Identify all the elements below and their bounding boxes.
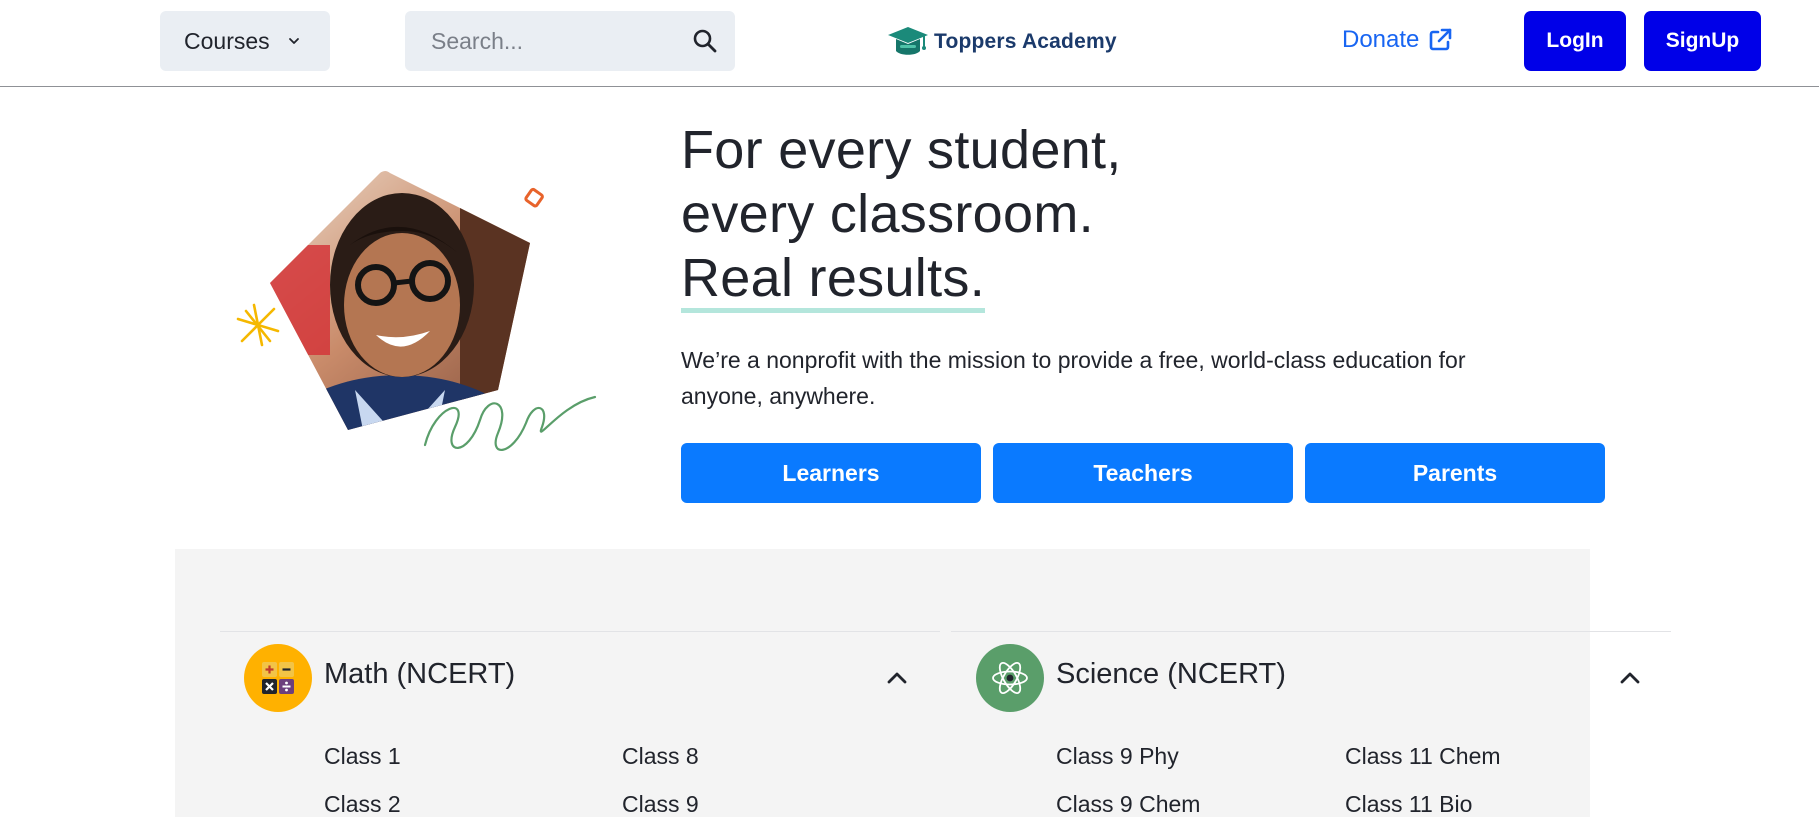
- headline-line-3: Real results.: [681, 248, 986, 313]
- math-title[interactable]: Math (NCERT): [324, 658, 515, 691]
- class-link[interactable]: Class 2: [324, 791, 401, 817]
- external-link-icon: [1427, 27, 1453, 53]
- headline-line-2: every classroom.: [681, 184, 1094, 244]
- top-nav: Courses Toppers Academy Donate LogIn S: [0, 0, 1819, 87]
- chevron-up-icon[interactable]: [1618, 667, 1642, 689]
- class-link[interactable]: Class 9 Phy: [1056, 743, 1179, 770]
- teachers-button[interactable]: Teachers: [993, 443, 1293, 503]
- mission-statement: We’re a nonprofit with the mission to pr…: [681, 347, 1466, 409]
- hero-illustration: [230, 165, 600, 465]
- chevron-up-icon[interactable]: [885, 667, 909, 689]
- courses-dropdown-button[interactable]: Courses: [160, 11, 330, 71]
- donate-label: Donate: [1342, 26, 1420, 53]
- search-input[interactable]: [405, 27, 675, 55]
- logo-text: Toppers Academy: [934, 30, 1117, 53]
- class-link[interactable]: Class 11 Bio: [1345, 791, 1472, 817]
- class-link[interactable]: Class 9 Chem: [1056, 791, 1200, 817]
- calculator-icon: [244, 644, 312, 712]
- science-title[interactable]: Science (NCERT): [1056, 658, 1286, 691]
- atom-icon: [976, 644, 1044, 712]
- login-button[interactable]: LogIn: [1524, 11, 1626, 71]
- learners-button[interactable]: Learners: [681, 443, 981, 503]
- parents-button[interactable]: Parents: [1305, 443, 1605, 503]
- headline-line-1: For every student,: [681, 120, 1122, 180]
- donate-link[interactable]: Donate: [1342, 26, 1453, 54]
- divider: [220, 631, 940, 632]
- signup-button[interactable]: SignUp: [1644, 11, 1761, 71]
- divider: [951, 631, 1671, 632]
- courses-label: Courses: [184, 27, 270, 54]
- class-link[interactable]: Class 1: [324, 743, 401, 770]
- class-link[interactable]: Class 11 Chem: [1345, 743, 1501, 770]
- hero-headline: For every student, every classroom. Real…: [681, 118, 1122, 313]
- class-link[interactable]: Class 9: [622, 791, 699, 817]
- search-icon[interactable]: [691, 27, 719, 55]
- graduation-cap-icon: [886, 23, 932, 61]
- chevron-down-icon: [288, 35, 300, 47]
- search-box: [405, 11, 735, 71]
- site-logo[interactable]: Toppers Academy: [886, 22, 1117, 62]
- class-link[interactable]: Class 8: [622, 743, 699, 770]
